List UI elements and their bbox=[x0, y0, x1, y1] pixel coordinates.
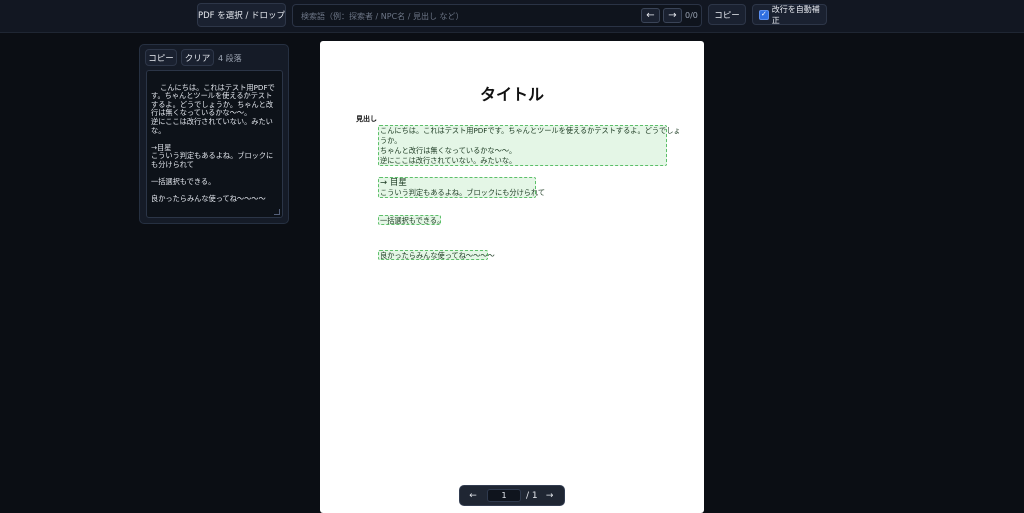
page-total: / 1 bbox=[526, 490, 538, 501]
select-pdf-button[interactable]: PDF を選択 / ドロップ bbox=[197, 3, 286, 27]
panel-copy-button[interactable]: コピー bbox=[145, 49, 177, 66]
block-line: うか。 bbox=[380, 136, 402, 145]
auto-linebreak-checkbox[interactable]: ✓ bbox=[759, 9, 769, 20]
paragraph-count: 4 段落 bbox=[218, 54, 242, 63]
pdf-page: タイトル 見出し こんにちは。これはテスト用PDFです。ちゃんとツールを使えるか… bbox=[320, 41, 704, 513]
toolbar: PDF を選択 / ドロップ ← → 0/0 コピー ✓ 改行を自動補正 bbox=[0, 0, 1024, 33]
block-line: 一括選択もできる。 bbox=[380, 216, 445, 225]
text-block[interactable]: こんにちは。これはテスト用PDFです。ちゃんとツールを使えるかテストするよ。どう… bbox=[378, 125, 681, 166]
block-line: 良かったらみんな使ってね～～～～ bbox=[380, 251, 495, 260]
block-line: こういう判定もあるよね。ブロックにも分けられて bbox=[380, 188, 546, 197]
extracted-text: こんにちは。これはテスト用PDFです。ちゃんとツールを使えるかテストするよ。どう… bbox=[151, 82, 275, 204]
page-navigator: ← / 1 → bbox=[459, 485, 565, 506]
pdf-title: タイトル bbox=[479, 85, 544, 104]
block-line: 逆にここは改行されていない。みたいな。 bbox=[380, 156, 517, 165]
block-line: こんにちは。これはテスト用PDFです。ちゃんとツールを使えるかテストするよ。どう… bbox=[380, 126, 681, 135]
copy-button[interactable]: コピー bbox=[708, 4, 746, 25]
prev-match-button[interactable]: ← bbox=[641, 8, 660, 23]
match-count: 0/0 bbox=[685, 11, 698, 20]
next-page-button[interactable]: → bbox=[540, 491, 560, 501]
text-block[interactable]: 良かったらみんな使ってね～～～～ bbox=[378, 250, 495, 260]
prev-page-button[interactable]: ← bbox=[463, 491, 483, 501]
extracted-text-area[interactable]: こんにちは。これはテスト用PDFです。ちゃんとツールを使えるかテストするよ。どう… bbox=[146, 70, 283, 218]
page-number-input[interactable] bbox=[487, 489, 521, 502]
text-block[interactable]: → 目星 こういう判定もあるよね。ブロックにも分けられて bbox=[378, 177, 546, 198]
clear-button[interactable]: クリア bbox=[181, 49, 214, 66]
block-line: ちゃんと改行は無くなっているかな～～。 bbox=[380, 146, 517, 155]
extracted-text-panel: コピー クリア 4 段落 こんにちは。これはテスト用PDFです。ちゃんとツールを… bbox=[139, 44, 289, 224]
resize-handle[interactable] bbox=[274, 209, 280, 215]
text-block[interactable]: 一括選択もできる。 bbox=[378, 215, 445, 225]
pdf-heading: 見出し bbox=[356, 115, 377, 123]
auto-linebreak-toggle[interactable]: ✓ 改行を自動補正 bbox=[752, 4, 827, 25]
next-match-button[interactable]: → bbox=[663, 8, 682, 23]
search-box: ← → 0/0 bbox=[292, 4, 702, 27]
block-line: → 目星 bbox=[380, 178, 407, 188]
auto-linebreak-label: 改行を自動補正 bbox=[771, 4, 820, 25]
search-input[interactable] bbox=[299, 8, 638, 25]
